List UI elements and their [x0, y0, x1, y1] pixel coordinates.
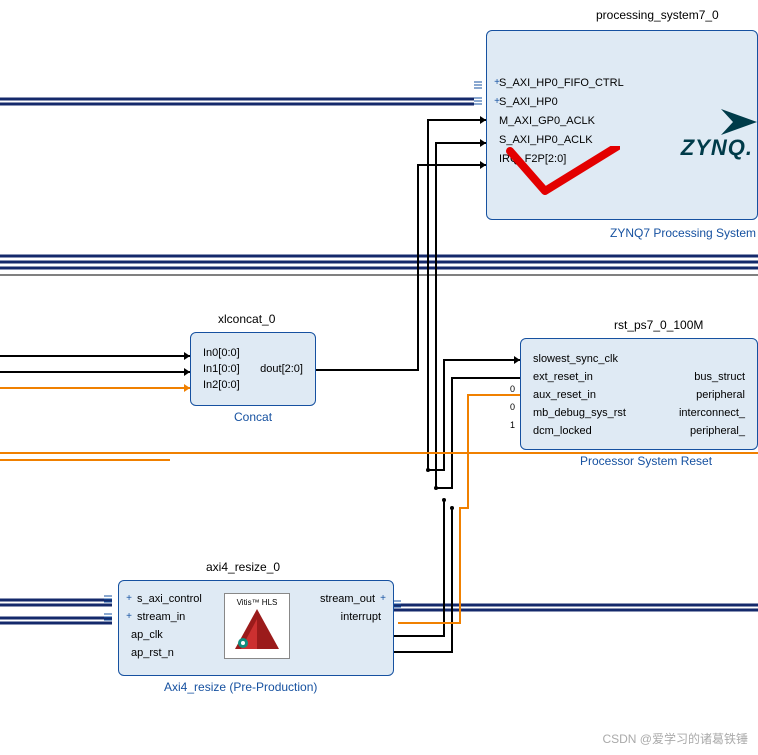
zynq-chevron-icon — [721, 109, 757, 135]
xlconcat-instance-label: xlconcat_0 — [218, 312, 275, 326]
bus-expand-icon[interactable]: + — [125, 595, 133, 603]
rst-const-dcm: 1 — [510, 420, 515, 430]
ps7-port-s-axi-hp0-fifo: S_AXI_HP0_FIFO_CTRL — [499, 77, 624, 89]
bus-expand-icon[interactable]: + — [379, 595, 387, 603]
xlconcat-port-in1: In1[0:0] — [203, 363, 240, 375]
vitis-hls-label: Vitis™ HLS — [225, 598, 289, 607]
vitis-hls-icon — [235, 609, 279, 649]
rst-block[interactable]: slowest_sync_clk ext_reset_in aux_reset_… — [520, 338, 758, 450]
xlconcat-port-in0: In0[0:0] — [203, 347, 240, 359]
ps7-port-m-axi-gp0-aclk: M_AXI_GP0_ACLK — [499, 115, 595, 127]
annotation-checkmark-icon — [500, 146, 620, 206]
rst-type-label: Processor System Reset — [580, 454, 712, 468]
watermark: CSDN @爱学习的诸葛铁锤 — [602, 730, 748, 747]
resize-port-interrupt: interrupt — [341, 611, 381, 623]
zynq-logo: ZYNQ. — [681, 135, 753, 161]
xlconcat-block[interactable]: In0[0:0] In1[0:0] In2[0:0] dout[2:0] — [190, 332, 316, 406]
resize-port-stream-in: stream_in — [137, 611, 185, 623]
ps7-port-s-axi-hp0-aclk: S_AXI_HP0_ACLK — [499, 134, 593, 146]
ps7-instance-label: processing_system7_0 — [596, 8, 719, 22]
rst-instance-label: rst_ps7_0_100M — [614, 318, 703, 332]
rst-port-mb-debug-sys-rst: mb_debug_sys_rst — [533, 407, 626, 419]
resize-port-stream-out: stream_out — [320, 593, 375, 605]
vitis-hls-badge: Vitis™ HLS — [224, 593, 290, 659]
rst-port-interconnect: interconnect_ — [679, 407, 745, 419]
xlconcat-port-in2: In2[0:0] — [203, 379, 240, 391]
resize-type-label: Axi4_resize (Pre-Production) — [164, 680, 317, 694]
resize-port-ap-clk: ap_clk — [131, 629, 163, 641]
rst-port-ext-reset-in: ext_reset_in — [533, 371, 593, 383]
ps7-type-label: ZYNQ7 Processing System — [610, 226, 756, 240]
xlconcat-port-dout: dout[2:0] — [260, 363, 303, 375]
resize-port-s-axi-control: s_axi_control — [137, 593, 202, 605]
rst-const-aux: 0 — [510, 384, 515, 394]
rst-port-aux-reset-in: aux_reset_in — [533, 389, 596, 401]
rst-port-bus-struct: bus_struct — [694, 371, 745, 383]
bus-expand-icon[interactable]: + — [125, 613, 133, 621]
rst-port-peripheral: peripheral — [696, 389, 745, 401]
xlconcat-type-label: Concat — [234, 410, 272, 424]
rst-const-mb: 0 — [510, 402, 515, 412]
ps7-port-s-axi-hp0: S_AXI_HP0 — [499, 96, 558, 108]
resize-port-ap-rst-n: ap_rst_n — [131, 647, 174, 659]
rst-port-peripheral2: peripheral_ — [690, 425, 745, 437]
resize-instance-label: axi4_resize_0 — [206, 560, 280, 574]
resize-block[interactable]: + + + s_axi_control stream_in ap_clk ap_… — [118, 580, 394, 676]
rst-port-slowest-sync-clk: slowest_sync_clk — [533, 353, 618, 365]
rst-port-dcm-locked: dcm_locked — [533, 425, 592, 437]
